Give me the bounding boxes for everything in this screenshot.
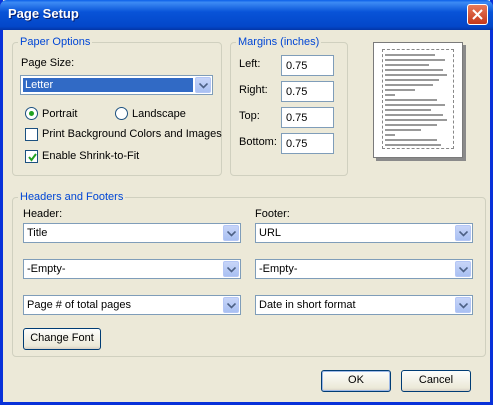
- shrink-to-fit-label: Enable Shrink-to-Fit: [42, 150, 140, 162]
- chevron-down-icon[interactable]: [223, 225, 239, 241]
- chevron-down-icon[interactable]: [195, 77, 211, 93]
- page-size-dropdown[interactable]: Letter: [20, 75, 213, 95]
- margin-bottom-input[interactable]: 0.75: [281, 133, 334, 154]
- change-font-button[interactable]: Change Font: [23, 328, 101, 350]
- paper-options-legend: Paper Options: [18, 36, 93, 48]
- margin-left-label: Left:: [239, 58, 261, 70]
- margin-right-label: Right:: [239, 84, 268, 96]
- portrait-radio[interactable]: [25, 107, 38, 120]
- checkmark-icon: [28, 153, 37, 162]
- chevron-down-icon[interactable]: [223, 297, 239, 313]
- page-setup-dialog: Page Setup Paper Options Page Size: Lett…: [0, 0, 493, 405]
- shrink-to-fit-checkbox[interactable]: [25, 150, 38, 163]
- close-icon: [472, 9, 483, 20]
- chevron-down-icon[interactable]: [455, 297, 471, 313]
- header-2-dropdown[interactable]: -Empty-: [23, 259, 241, 279]
- chevron-down-icon[interactable]: [455, 225, 471, 241]
- preview-margin-box: [382, 49, 454, 149]
- footer-1-dropdown[interactable]: URL: [255, 223, 473, 243]
- portrait-label: Portrait: [42, 108, 78, 120]
- chevron-down-icon[interactable]: [223, 261, 239, 277]
- headers-footers-legend: Headers and Footers: [18, 191, 126, 203]
- margin-top-input[interactable]: 0.75: [281, 107, 334, 128]
- landscape-label: Landscape: [132, 108, 186, 120]
- close-button[interactable]: [467, 4, 488, 25]
- header-label: Header:: [23, 208, 63, 220]
- footer-2-dropdown[interactable]: -Empty-: [255, 259, 473, 279]
- page-size-value: Letter: [23, 78, 193, 92]
- margin-right-input[interactable]: 0.75: [281, 81, 334, 102]
- cancel-button[interactable]: Cancel: [401, 370, 471, 392]
- page-size-label: Page Size:: [21, 57, 75, 69]
- print-background-label: Print Background Colors and Images: [42, 128, 222, 140]
- title-bar[interactable]: Page Setup: [0, 0, 493, 30]
- footer-label: Footer:: [255, 208, 290, 220]
- ok-button[interactable]: OK: [321, 370, 391, 392]
- page-preview: [373, 42, 463, 158]
- header-3-dropdown[interactable]: Page # of total pages: [23, 295, 241, 315]
- chevron-down-icon[interactable]: [455, 261, 471, 277]
- window-title: Page Setup: [8, 6, 79, 21]
- margins-legend: Margins (inches): [236, 36, 322, 48]
- footer-3-dropdown[interactable]: Date in short format: [255, 295, 473, 315]
- margin-top-label: Top:: [239, 110, 260, 122]
- header-1-dropdown[interactable]: Title: [23, 223, 241, 243]
- print-background-checkbox[interactable]: [25, 128, 38, 141]
- radio-selected-dot: [29, 111, 34, 116]
- margin-bottom-label: Bottom:: [239, 136, 277, 148]
- landscape-radio[interactable]: [115, 107, 128, 120]
- margin-left-input[interactable]: 0.75: [281, 55, 334, 76]
